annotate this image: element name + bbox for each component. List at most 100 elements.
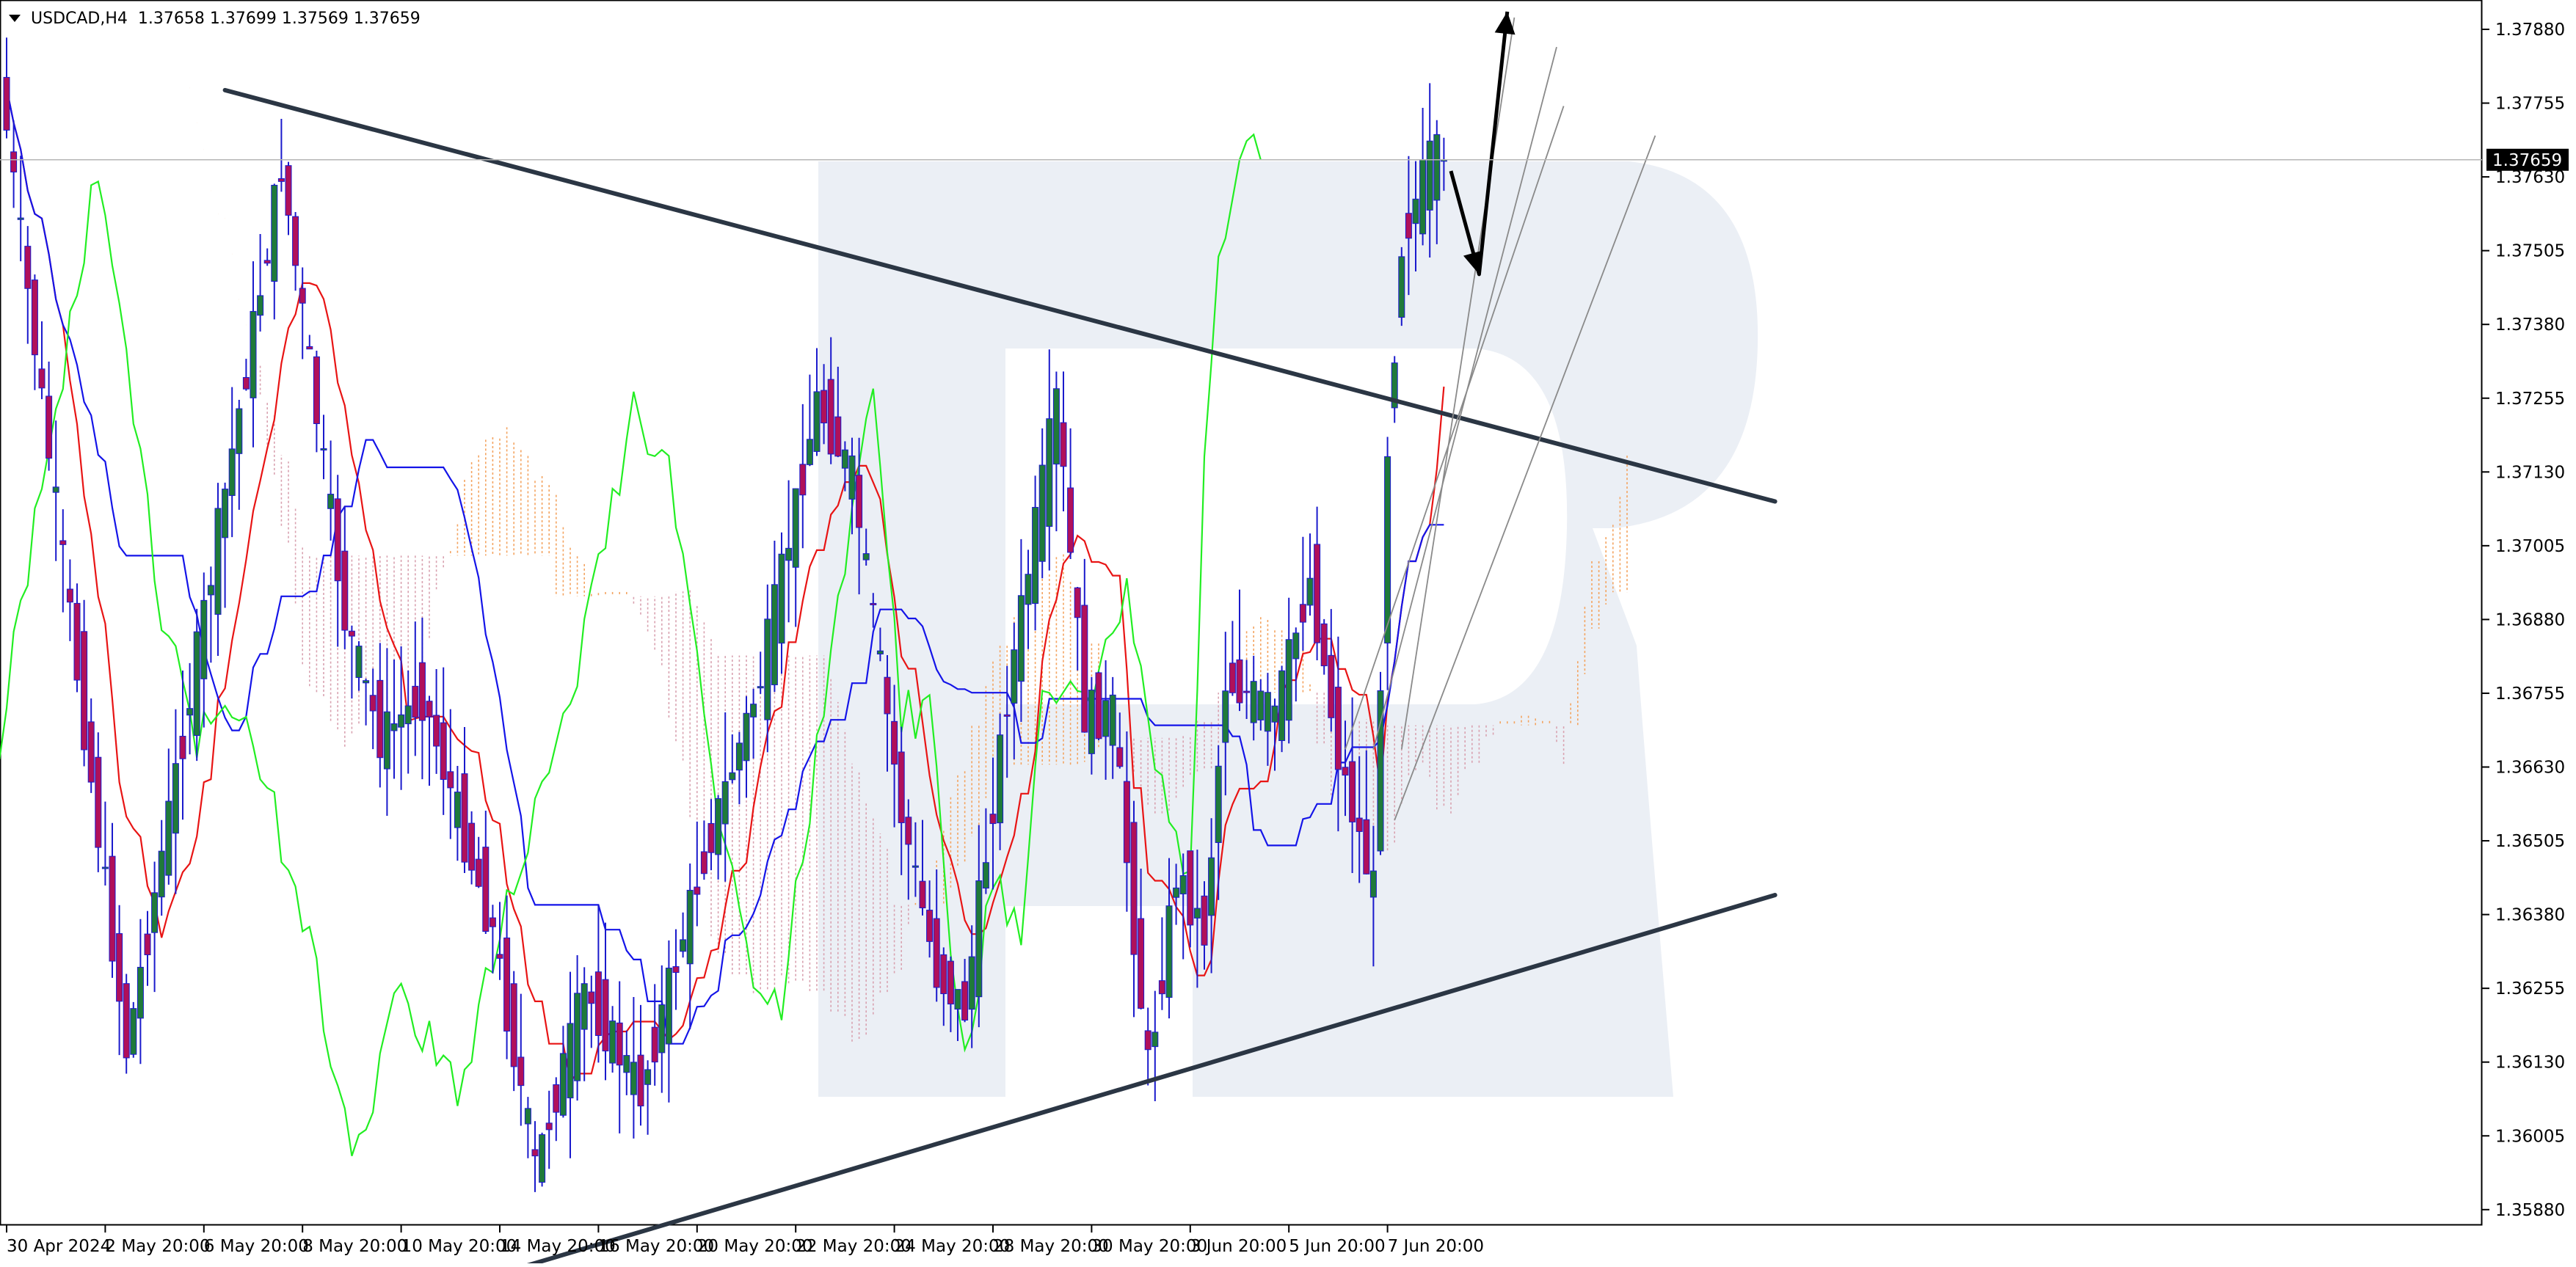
candle bbox=[236, 399, 243, 510]
candle bbox=[327, 440, 335, 541]
candle-body bbox=[799, 464, 807, 496]
candle-body bbox=[398, 714, 405, 728]
candle bbox=[1081, 558, 1088, 733]
candle bbox=[658, 965, 666, 1093]
candle bbox=[1144, 1007, 1151, 1086]
candle-body bbox=[31, 280, 38, 356]
candle-body bbox=[602, 979, 609, 1052]
candle-body bbox=[715, 798, 722, 855]
candle bbox=[313, 350, 320, 453]
candle bbox=[539, 1132, 546, 1187]
candle-body bbox=[1264, 692, 1271, 732]
candle bbox=[496, 902, 503, 980]
candle-body bbox=[1130, 822, 1138, 955]
candle-body bbox=[165, 800, 172, 876]
candle bbox=[412, 621, 419, 756]
candle-body bbox=[1208, 857, 1215, 916]
candle-body bbox=[841, 449, 848, 469]
candle-body bbox=[637, 1054, 644, 1107]
y-tick-label: 1.37380 bbox=[2495, 315, 2565, 335]
candle-body bbox=[1017, 595, 1025, 682]
candle-body bbox=[757, 686, 764, 689]
candle-body bbox=[475, 858, 482, 887]
candle-body bbox=[630, 1062, 637, 1095]
candle bbox=[1384, 437, 1391, 690]
candle-body bbox=[1369, 870, 1377, 898]
candle-body bbox=[1038, 464, 1046, 562]
candle-body bbox=[348, 630, 355, 637]
candle-body bbox=[101, 866, 109, 869]
candle bbox=[299, 267, 306, 359]
candle-body bbox=[947, 960, 954, 1005]
candle bbox=[1419, 108, 1427, 246]
candle-body bbox=[813, 391, 821, 452]
candle-body bbox=[764, 618, 771, 720]
candle bbox=[517, 993, 525, 1126]
candle-body bbox=[1292, 632, 1300, 660]
candle bbox=[52, 420, 59, 561]
candle bbox=[700, 820, 707, 880]
candle bbox=[447, 709, 454, 839]
x-tick-label: 5 Jun 20:00 bbox=[1289, 1237, 1385, 1256]
chart-area[interactable]: 1.37880 1.37755 1.37630 1.37505 1.37380 1.372… bbox=[0, 0, 2576, 1267]
candle bbox=[59, 509, 67, 613]
candle bbox=[144, 910, 151, 986]
candle-body bbox=[982, 862, 989, 889]
candle-body bbox=[116, 933, 123, 1002]
candle-body bbox=[158, 850, 165, 898]
candle-body bbox=[940, 954, 947, 995]
candle-body bbox=[440, 722, 447, 780]
candle bbox=[440, 667, 447, 815]
candle-body bbox=[1236, 659, 1243, 704]
candle bbox=[1060, 371, 1067, 511]
candle-body bbox=[1032, 507, 1039, 605]
candle-body bbox=[1046, 418, 1053, 527]
candle-body bbox=[1257, 690, 1265, 720]
candle-body bbox=[539, 1134, 546, 1183]
candle-body bbox=[292, 216, 299, 266]
candle-body bbox=[383, 711, 390, 770]
chart-header: USDCAD,H4 1.37658 1.37699 1.37569 1.3765… bbox=[9, 6, 421, 31]
chevron-down-icon[interactable] bbox=[9, 15, 21, 22]
candle-body bbox=[1025, 574, 1032, 605]
candle-body bbox=[1138, 918, 1145, 1009]
candle-body bbox=[242, 377, 250, 390]
candle-body bbox=[130, 1008, 137, 1055]
candle-body bbox=[1426, 140, 1433, 211]
candle-body bbox=[95, 756, 102, 848]
candle-body bbox=[1109, 694, 1116, 746]
candle-body bbox=[1320, 623, 1328, 667]
candle bbox=[426, 695, 433, 786]
candle-body bbox=[334, 498, 341, 582]
candle bbox=[341, 505, 349, 649]
candle-body bbox=[1405, 213, 1412, 239]
x-tick-label: 6 May 20:00 bbox=[204, 1237, 309, 1256]
candle bbox=[1391, 356, 1398, 423]
candle bbox=[320, 415, 327, 480]
candle bbox=[799, 404, 807, 549]
candle-body bbox=[862, 553, 870, 561]
candle-body bbox=[743, 712, 750, 762]
candle bbox=[545, 1090, 553, 1169]
y-tick-label: 1.37130 bbox=[2495, 463, 2565, 482]
candle bbox=[1074, 586, 1081, 671]
candle-body bbox=[1299, 604, 1306, 623]
candle-body bbox=[207, 585, 214, 596]
candle-body bbox=[961, 981, 969, 1020]
candle bbox=[158, 819, 165, 916]
candle bbox=[66, 559, 73, 641]
candle-body bbox=[186, 708, 194, 716]
candle bbox=[771, 540, 778, 693]
candle bbox=[376, 643, 384, 788]
candle bbox=[510, 971, 517, 1092]
candle-body bbox=[968, 956, 975, 1010]
channel-line[interactable] bbox=[1400, 17, 1516, 750]
y-tick-label: 1.37255 bbox=[2495, 390, 2565, 409]
candle-body bbox=[1060, 422, 1067, 467]
candle bbox=[1292, 627, 1300, 702]
candle bbox=[559, 1026, 567, 1118]
symbol-label: USDCAD,H4 bbox=[31, 9, 128, 28]
candle-body bbox=[369, 695, 376, 712]
candle-body bbox=[672, 966, 680, 974]
channel-line[interactable] bbox=[1372, 46, 1557, 750]
